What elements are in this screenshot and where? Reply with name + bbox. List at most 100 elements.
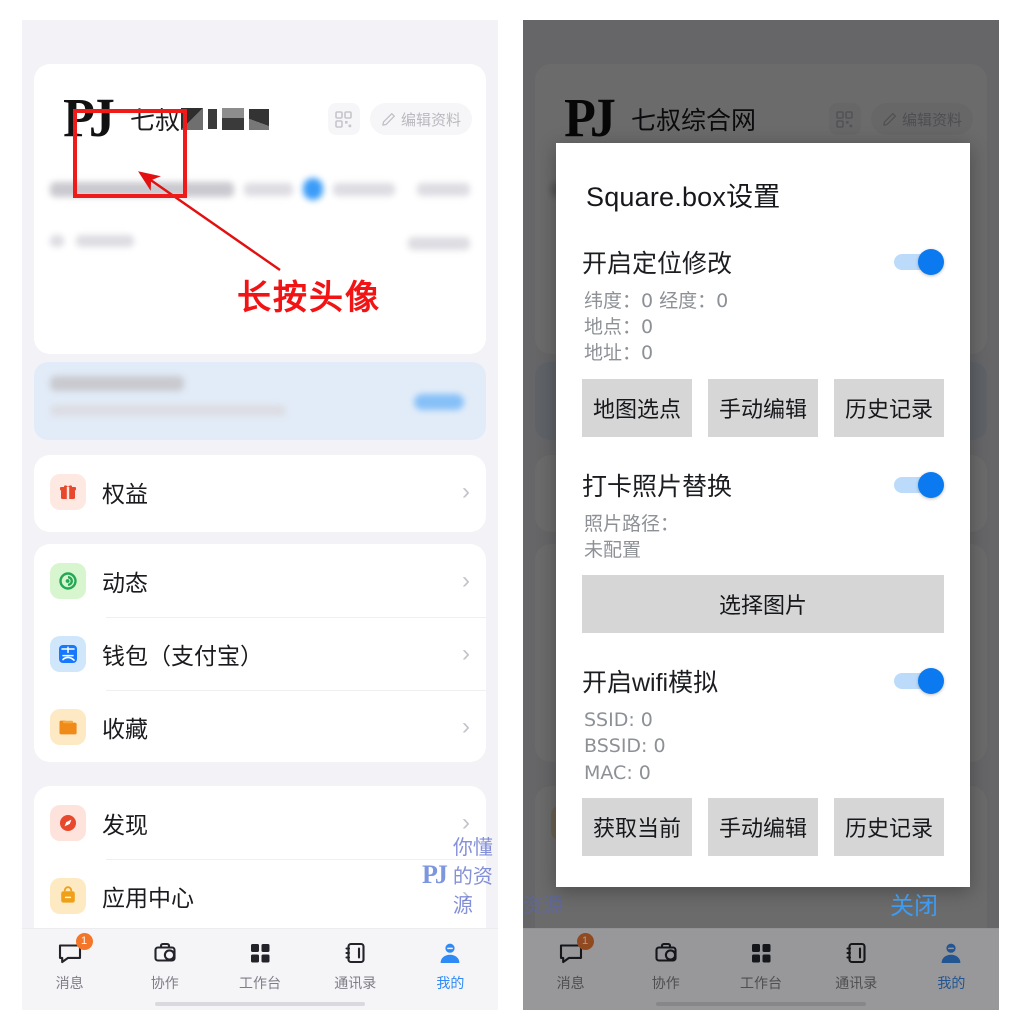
- censored-mosaic: [181, 108, 270, 130]
- list-item-label: 钱包（支付宝）: [102, 642, 263, 669]
- chevron-right-icon: ›: [462, 639, 470, 667]
- wifi-history-button[interactable]: 历史记录: [834, 797, 944, 856]
- tab-profile[interactable]: 我的: [403, 937, 498, 993]
- qr-code-button[interactable]: [327, 103, 360, 135]
- section-wifi: 开启wifi模拟 SSID: 0 BSSID: 0 MAC: 0 获取当前 手动…: [582, 663, 944, 882]
- tab-collab[interactable]: 协作: [618, 937, 713, 993]
- wifi-manual-edit-button[interactable]: 手动编辑: [708, 797, 818, 856]
- tab-collab[interactable]: 协作: [117, 937, 212, 993]
- app-center-icon: [50, 877, 86, 914]
- tab-label: 协作: [150, 975, 179, 991]
- section-wifi-buttons: 获取当前 手动编辑 历史记录: [582, 797, 944, 856]
- alipay-icon: [50, 635, 86, 672]
- person-icon: [937, 937, 965, 969]
- tab-contacts[interactable]: 通讯录: [308, 937, 403, 993]
- tab-label: 工作台: [239, 975, 281, 991]
- chevron-right-icon: ›: [462, 566, 470, 594]
- tab-label: 我的: [436, 975, 465, 991]
- section-location-buttons: 地图选点 手动编辑 历史记录: [582, 378, 944, 437]
- annotation-highlight-box: [73, 109, 187, 198]
- home-indicator: [155, 1002, 365, 1006]
- menu-group-1: 权益 ›: [34, 455, 486, 532]
- pencil-icon: [382, 112, 395, 126]
- qr-code-icon: [335, 110, 353, 128]
- section-location-head: 开启定位修改: [582, 244, 944, 280]
- tab-messages[interactable]: 1 消息: [523, 933, 618, 993]
- watermark-text: 你懂的资源: [452, 835, 493, 917]
- squarebox-settings-dialog: Square.box设置 开启定位修改 纬度：0 经度：0 地点：0 地址：0 …: [556, 143, 970, 920]
- list-item-label: 发现: [102, 811, 148, 838]
- grid-icon: [246, 937, 274, 969]
- list-item-label: 收藏: [102, 715, 148, 742]
- tab-label: 消息: [55, 975, 84, 991]
- folder-star-icon: [50, 708, 86, 745]
- section-location-meta: 纬度：0 经度：0 地点：0 地址：0: [584, 290, 729, 365]
- toggle-wifi-mock[interactable]: [894, 668, 944, 695]
- promo-banner-content: [34, 362, 486, 430]
- dialog-footer: 关闭: [582, 886, 944, 931]
- dialog-title: Square.box设置: [586, 182, 781, 212]
- message-icon: 1: [56, 933, 93, 969]
- tab-workbench[interactable]: 工作台: [212, 937, 307, 993]
- section-photo-meta: 照片路径： 未配置: [584, 512, 680, 561]
- badge-count: 1: [75, 933, 93, 950]
- list-item[interactable]: 权益 ›: [34, 455, 486, 528]
- manual-edit-button[interactable]: 手动编辑: [708, 378, 818, 437]
- person-icon: [436, 937, 464, 969]
- map-pick-button[interactable]: 地图选点: [582, 378, 692, 437]
- list-item[interactable]: 钱包（支付宝） ›: [34, 617, 486, 690]
- grid-icon: [747, 937, 775, 969]
- screenshot-stage: PJ 七叔 编辑资料 权益 › 动态 › 钱包（支付宝） › 收藏 › 发现 ›…: [0, 0, 1024, 1024]
- tab-contacts[interactable]: 通讯录: [809, 937, 904, 993]
- choose-image-button[interactable]: 选择图片: [582, 575, 944, 634]
- menu-group-2: 动态 › 钱包（支付宝） › 收藏 ›: [34, 544, 486, 762]
- section-wifi-title: 开启wifi模拟: [582, 669, 719, 698]
- section-photo: 打卡照片替换 照片路径： 未配置 选择图片: [582, 467, 944, 659]
- list-item-label: 动态: [102, 569, 148, 596]
- edit-profile-button[interactable]: 编辑资料: [369, 103, 472, 135]
- toggle-location-mock[interactable]: [894, 249, 944, 275]
- list-item[interactable]: 收藏 ›: [34, 690, 486, 763]
- bottom-tab-bar: 1 消息 协作 工作台 通讯录 我的: [22, 928, 498, 1010]
- gift-icon: [50, 473, 86, 510]
- section-location: 开启定位修改 纬度：0 经度：0 地点：0 地址：0 地图选点 手动编辑 历史记…: [582, 244, 944, 463]
- section-photo-head: 打卡照片替换: [582, 467, 944, 503]
- watermark: PJ 你懂的资源: [422, 831, 498, 918]
- tab-label: 协作: [651, 975, 680, 991]
- tab-label: 工作台: [740, 975, 782, 991]
- get-current-button[interactable]: 获取当前: [582, 797, 692, 856]
- bottom-tab-bar-right: 1 消息 协作 工作台 通讯录 我的: [523, 928, 999, 1010]
- section-photo-title: 打卡照片替换: [582, 472, 733, 501]
- tab-label: 消息: [556, 975, 585, 991]
- tab-label: 通讯录: [835, 975, 878, 991]
- tab-label: 我的: [937, 975, 966, 991]
- list-item-label: 应用中心: [102, 884, 194, 911]
- section-photo-buttons: 选择图片: [582, 575, 944, 634]
- list-item-label: 权益: [102, 480, 148, 507]
- profile-header-actions: 编辑资料: [327, 103, 472, 135]
- section-wifi-meta: SSID: 0 BSSID: 0 MAC: 0: [584, 709, 666, 784]
- chevron-right-icon: ›: [462, 477, 470, 505]
- chevron-right-icon: ›: [462, 712, 470, 740]
- list-item[interactable]: 应用中心 ›: [34, 859, 486, 932]
- compass-icon: [50, 804, 86, 841]
- blurred-info-row-2: [50, 234, 470, 252]
- phone-screen-left: PJ 七叔 编辑资料 权益 › 动态 › 钱包（支付宝） › 收藏 › 发现 ›…: [22, 20, 498, 1010]
- close-button[interactable]: 关闭: [890, 886, 938, 921]
- promo-banner[interactable]: [34, 362, 486, 440]
- message-icon: 1: [557, 933, 594, 969]
- tab-workbench[interactable]: 工作台: [713, 937, 808, 993]
- toggle-photo-replace[interactable]: [894, 471, 944, 498]
- contacts-icon: [842, 937, 870, 969]
- menu-group-3: 发现 › 应用中心 ›: [34, 786, 486, 946]
- list-item[interactable]: 动态 ›: [34, 544, 486, 617]
- tab-profile[interactable]: 我的: [904, 937, 999, 993]
- tab-messages[interactable]: 1 消息: [22, 933, 117, 993]
- home-indicator: [656, 1002, 866, 1006]
- annotation-caption: 长按头像: [237, 279, 381, 317]
- watermark-text-right: 你懂的资源: [523, 893, 563, 917]
- section-wifi-head: 开启wifi模拟: [582, 663, 944, 699]
- edit-profile-label: 编辑资料: [400, 111, 461, 129]
- history-button[interactable]: 历史记录: [834, 378, 944, 437]
- list-item[interactable]: 发现 ›: [34, 786, 486, 859]
